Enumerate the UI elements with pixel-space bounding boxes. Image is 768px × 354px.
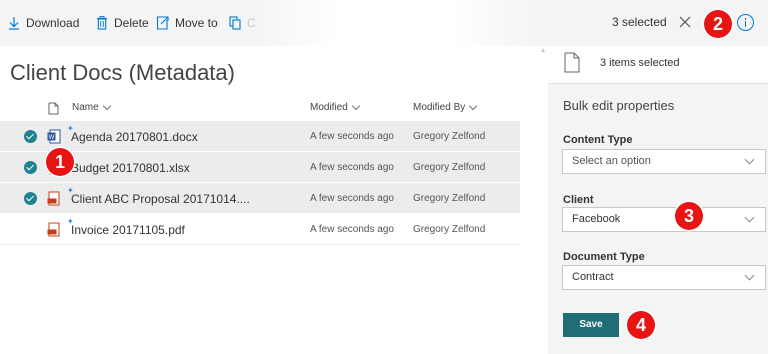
file-modified: A few seconds ago: [310, 162, 394, 173]
file-modified: A few seconds ago: [310, 224, 394, 235]
delete-label: Delete: [114, 16, 149, 30]
selected-count: 3 selected: [612, 15, 667, 29]
file-type-icon[interactable]: [48, 102, 59, 115]
pdf-file-icon: [47, 222, 60, 237]
delete-icon: [97, 16, 107, 30]
column-header-modified-by-label: Modified By: [413, 102, 466, 113]
move-to-label: Move to: [175, 16, 218, 30]
save-button[interactable]: Save: [563, 313, 619, 337]
items-selected-text: 3 items selected: [600, 57, 680, 69]
chevron-down-icon: [744, 270, 755, 281]
file-modified: A few seconds ago: [310, 131, 394, 142]
document-type-dropdown[interactable]: Contract: [562, 265, 766, 290]
details-panel-header: 3 items selected: [548, 46, 768, 84]
download-icon: [9, 17, 19, 30]
file-modified-by: Gregory Zelfond: [413, 193, 486, 204]
download-label: Download: [26, 16, 80, 30]
document-icon: [564, 52, 580, 73]
move-to-icon: [156, 16, 169, 30]
column-header-modified-by[interactable]: Modified By: [413, 101, 478, 113]
file-name[interactable]: Client ABC Proposal 20171014....: [71, 192, 250, 206]
page-title: Client Docs (Metadata): [10, 60, 235, 85]
file-modified-by: Gregory Zelfond: [413, 131, 486, 142]
callout-badge-4: 4: [627, 311, 655, 339]
scrollbar[interactable]: [541, 48, 545, 348]
checkmark-icon[interactable]: [24, 130, 37, 143]
column-header-name-label: Name: [72, 102, 99, 113]
file-modified: A few seconds ago: [310, 193, 394, 204]
column-header-name[interactable]: Name: [72, 101, 111, 113]
bulk-edit-heading: Bulk edit properties: [563, 98, 675, 113]
delete-button[interactable]: Delete: [96, 14, 149, 32]
checkmark-icon[interactable]: [24, 161, 37, 174]
table-row[interactable]: ✦ Invoice 20171105.pdf A few seconds ago…: [0, 214, 520, 245]
pdf-file-icon: [47, 191, 60, 206]
svg-text:W: W: [49, 135, 55, 141]
table-row[interactable]: ✦ Client ABC Proposal 20171014.... A few…: [0, 183, 520, 214]
save-button-label: Save: [579, 319, 603, 330]
file-name[interactable]: Budget 20170801.xlsx: [71, 161, 190, 175]
client-value: Facebook: [572, 213, 621, 225]
list-header: Name Modified Modified By: [0, 96, 520, 120]
chevron-down-icon: [102, 101, 111, 110]
copy-icon: [229, 16, 241, 30]
content-type-label: Content Type: [563, 134, 633, 146]
chevron-down-icon: [469, 101, 478, 110]
move-to-button[interactable]: Move to: [156, 14, 218, 32]
column-header-modified-label: Modified: [310, 102, 348, 113]
table-row[interactable]: W ✦ Agenda 20170801.docx A few seconds a…: [0, 121, 520, 152]
chevron-down-icon: [744, 212, 755, 223]
document-type-label: Document Type: [563, 251, 645, 263]
close-icon[interactable]: [678, 15, 692, 29]
callout-badge-2: 2: [704, 10, 732, 38]
table-row[interactable]: Budget 20170801.xlsx A few seconds ago G…: [0, 152, 520, 183]
callout-badge-1: 1: [46, 148, 74, 176]
file-name[interactable]: Invoice 20171105.pdf: [71, 223, 185, 237]
checkmark-icon[interactable]: [24, 192, 37, 205]
copy-to-label: C: [247, 16, 256, 30]
client-label: Client: [563, 194, 594, 206]
file-modified-by: Gregory Zelfond: [413, 224, 486, 235]
content-type-value: Select an option: [572, 155, 651, 167]
document-type-value: Contract: [572, 271, 614, 283]
info-icon[interactable]: [737, 14, 754, 31]
command-bar-fade: [250, 0, 540, 46]
copy-to-button[interactable]: C: [229, 14, 256, 32]
chevron-down-icon: [351, 101, 361, 110]
command-bar: Download Delete Move to C 3 selected: [0, 0, 768, 46]
chevron-down-icon: [744, 154, 755, 165]
word-file-icon: W: [47, 129, 61, 144]
file-modified-by: Gregory Zelfond: [413, 162, 486, 173]
content-type-dropdown[interactable]: Select an option: [562, 149, 766, 174]
column-header-modified[interactable]: Modified: [310, 101, 361, 113]
file-list: W ✦ Agenda 20170801.docx A few seconds a…: [0, 121, 520, 245]
file-name[interactable]: Agenda 20170801.docx: [71, 130, 198, 144]
client-dropdown[interactable]: Facebook: [562, 207, 766, 232]
info-icon-stem: [744, 21, 746, 27]
info-icon-dot: [744, 18, 746, 20]
download-button[interactable]: Download: [8, 14, 79, 32]
callout-badge-3: 3: [675, 202, 703, 230]
